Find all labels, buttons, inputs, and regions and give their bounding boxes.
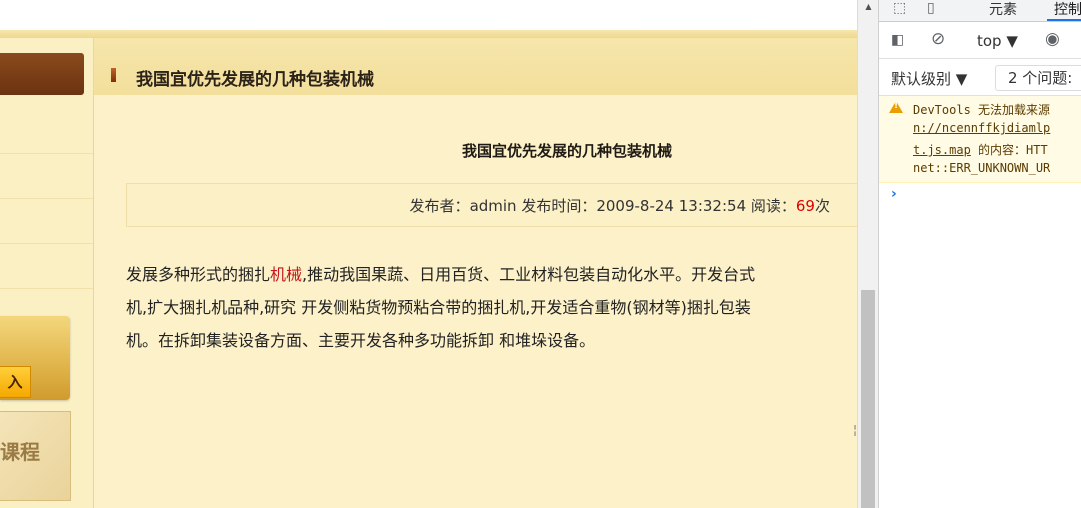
- article-meta: 发布者：admin 发布时间：2009-8-24 13:32:54 阅读：69次: [410, 195, 830, 216]
- sourcemap-link[interactable]: t.js.map: [913, 143, 971, 157]
- issues-button[interactable]: 2 个问题:: [995, 65, 1081, 91]
- console-toolbar: ◧ ⊘ top ▼ ◉: [879, 22, 1081, 59]
- page-viewport: 入 课程 我国宜优先发展的几种包装机械 我国宜优先发展的几种包装机械 发布者：a…: [0, 0, 857, 508]
- warning-error-code: net::ERR_UNKNOWN_UR: [913, 161, 1051, 175]
- scroll-up-arrow-icon[interactable]: ▲: [858, 0, 879, 14]
- article-text: 发展多种形式的捆扎: [126, 265, 271, 284]
- tab-elements[interactable]: 元素: [989, 0, 1017, 19]
- header-marker-icon: [111, 68, 116, 82]
- scrollbar-thumb[interactable]: [861, 290, 875, 508]
- page-top-band: [0, 30, 857, 38]
- publisher-label: 发布者：: [409, 197, 470, 215]
- publisher-name: admin: [469, 197, 517, 215]
- console-filter-bar: 默认级别 ▼ 2 个问题:: [879, 59, 1081, 96]
- publish-time-label: 发布时间：: [516, 197, 597, 215]
- page-top-area: [0, 0, 857, 30]
- read-count-unit: 次: [814, 197, 830, 215]
- left-nav-divider: [0, 153, 93, 154]
- device-toolbar-icon[interactable]: ▯: [927, 0, 935, 17]
- article-line: 发展多种形式的捆扎机械,推动我国果蔬、日用百货、工业材料包装自动化水平。开发台式: [126, 258, 857, 291]
- log-level-selector[interactable]: 默认级别 ▼: [891, 68, 967, 89]
- article-body: 发展多种形式的捆扎机械,推动我国果蔬、日用百货、工业材料包装自动化水平。开发台式…: [126, 258, 857, 357]
- sidebar-toggle-icon[interactable]: ◧: [891, 31, 904, 49]
- left-promo-enter-button[interactable]: 入: [0, 366, 31, 398]
- warning-text-line3: t.js.map 的内容：HTT: [913, 141, 1048, 158]
- devtools-panel: ⬚ ▯ 元素 控制 ◧ ⊘ top ▼ ◉ 默认级别 ▼ 2 个问题: ! De…: [878, 0, 1081, 508]
- console-warning-message: ! DevTools 无法加载来源 n://ncennffkjdiamlp t.…: [879, 96, 1081, 183]
- context-selector[interactable]: top ▼: [977, 32, 1018, 50]
- article-line: 机,扩大捆扎机品种,研究 开发侧粘货物预粘合带的捆扎机,开发适合重物(钢材等)捆…: [126, 298, 751, 317]
- tab-console[interactable]: 控制: [1054, 0, 1081, 19]
- left-nav-divider: [0, 288, 93, 289]
- warning-text: 的内容：HTT: [970, 143, 1048, 157]
- left-sidebar: 入 课程: [0, 38, 94, 508]
- keyword-link[interactable]: 机械: [270, 265, 302, 284]
- article-content-area: 我国宜优先发展的几种包装机械 我国宜优先发展的几种包装机械 发布者：admin …: [94, 38, 857, 508]
- inspect-element-icon[interactable]: ⬚: [893, 0, 906, 17]
- article-meta-box: 发布者：admin 发布时间：2009-8-24 13:32:54 阅读：69次: [126, 183, 857, 227]
- left-nav-header-bar: [0, 53, 84, 95]
- warning-icon-mark: !: [894, 101, 899, 111]
- warning-text: DevTools 无法加载来源: [913, 103, 1051, 117]
- content-header-bar: 我国宜优先发展的几种包装机械: [94, 38, 857, 95]
- clear-console-icon[interactable]: ⊘: [931, 30, 945, 48]
- article-text: ,推动我国果蔬、日用百货、工业材料包装自动化水平。开发台式: [302, 265, 756, 284]
- console-prompt-icon[interactable]: ›: [891, 186, 897, 202]
- active-tab-indicator: [1047, 19, 1081, 21]
- publish-time: 2009-8-24 13:32:54: [596, 197, 747, 215]
- page-title: 我国宜优先发展的几种包装机械: [136, 70, 374, 90]
- left-nav-divider: [0, 243, 93, 244]
- article-title: 我国宜优先发展的几种包装机械: [462, 142, 673, 160]
- article-line: 机。在拆卸集装设备方面、主要开发各种多功能拆卸 和堆垛设备。: [126, 331, 596, 350]
- left-nav-divider: [0, 198, 93, 199]
- read-count-label: 阅读：: [746, 197, 796, 215]
- read-count: 69: [795, 197, 815, 215]
- page-scrollbar[interactable]: ▲: [857, 0, 879, 508]
- live-expression-eye-icon[interactable]: ◉: [1045, 30, 1060, 48]
- warning-source-link[interactable]: n://ncennffkjdiamlp: [913, 121, 1050, 135]
- devtools-tab-bar: ⬚ ▯ 元素 控制: [879, 0, 1081, 22]
- left-course-banner-label: 课程: [0, 440, 40, 464]
